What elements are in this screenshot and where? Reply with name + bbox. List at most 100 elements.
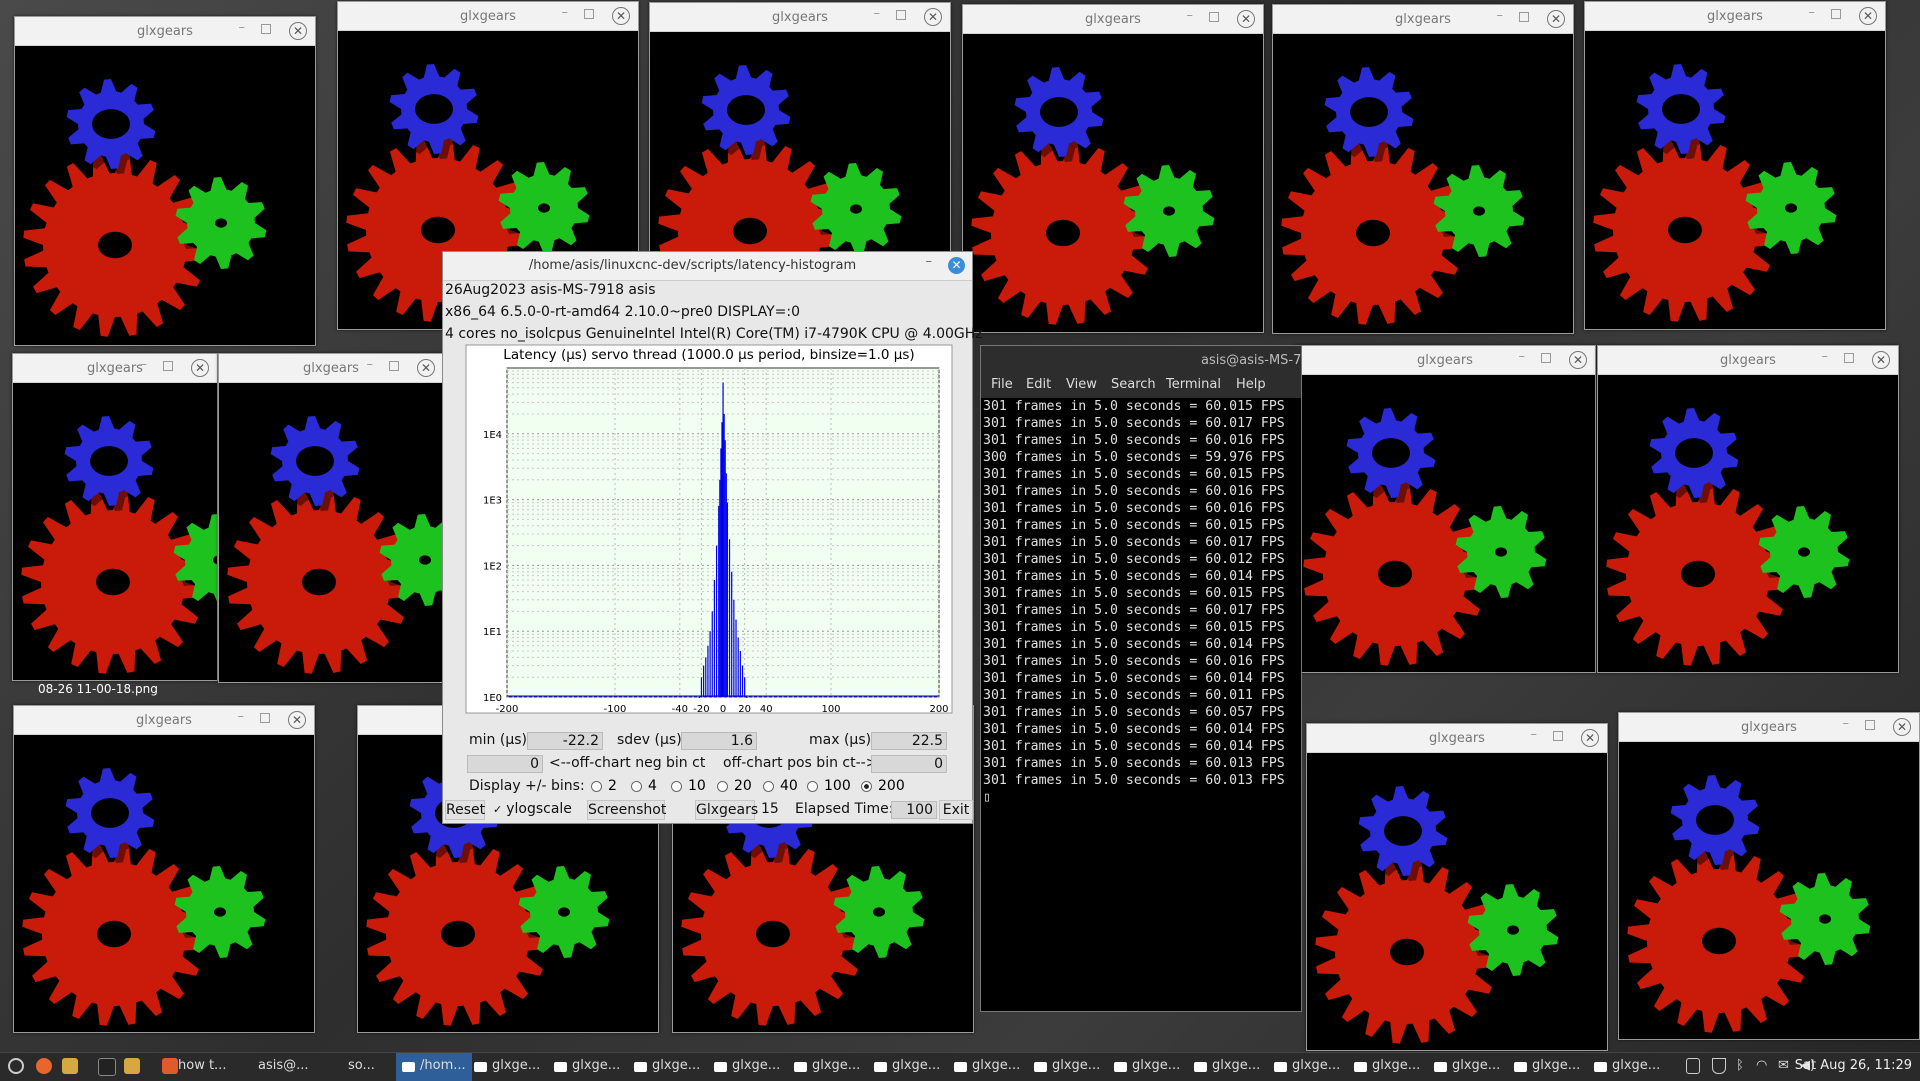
taskbar-item[interactable]: glxge... xyxy=(972,1058,1020,1073)
maximize-button[interactable] xyxy=(1209,12,1219,22)
maximize-button[interactable] xyxy=(1831,9,1841,19)
clock[interactable]: Sat Aug 26, 11:29 xyxy=(1795,1058,1912,1073)
screenshot-button[interactable]: Screenshot xyxy=(587,800,666,820)
taskbar-item[interactable]: how t... xyxy=(178,1058,226,1073)
glxgears-titlebar[interactable]: glxgears–✕ xyxy=(219,354,443,383)
maximize-button[interactable] xyxy=(163,361,173,371)
glxgears-window[interactable]: glxgears–✕ xyxy=(12,353,218,681)
taskbar-item[interactable]: glxge... xyxy=(1132,1058,1180,1073)
glxgears-window[interactable]: glxgears–✕ xyxy=(1294,345,1596,673)
glxgears-titlebar[interactable]: glxgears–✕ xyxy=(963,5,1263,34)
close-icon[interactable]: ✕ xyxy=(191,359,209,377)
menu-terminal[interactable]: Terminal xyxy=(1166,377,1221,392)
files-icon[interactable] xyxy=(62,1058,78,1074)
bins-radio-40[interactable]: 40 xyxy=(763,778,798,794)
taskbar-item[interactable]: glxge... xyxy=(1212,1058,1260,1073)
close-icon[interactable]: ✕ xyxy=(289,22,307,40)
taskbar-item[interactable]: glxge... xyxy=(1452,1058,1500,1073)
minimize-button[interactable]: – xyxy=(1531,727,1538,742)
exit-button[interactable]: Exit xyxy=(939,800,973,820)
maximize-button[interactable] xyxy=(584,9,594,19)
glxgears-window[interactable]: glxgears–✕ xyxy=(1272,4,1574,334)
terminal-titlebar[interactable]: asis@asis-MS-7 xyxy=(981,346,1301,374)
close-icon[interactable]: ✕ xyxy=(1893,718,1911,736)
minimize-button[interactable]: – xyxy=(562,5,569,20)
taskbar-item[interactable]: glxge... xyxy=(1612,1058,1660,1073)
glxgears-titlebar[interactable]: glxgears–✕ xyxy=(1598,346,1898,375)
bins-radio-2[interactable]: 2 xyxy=(591,778,617,794)
bins-radio-10[interactable]: 10 xyxy=(671,778,706,794)
close-icon[interactable]: ✕ xyxy=(1581,729,1599,747)
close-icon[interactable]: ✕ xyxy=(1872,351,1890,369)
minimize-button[interactable]: – xyxy=(926,254,933,269)
taskbar-item[interactable]: /hom... xyxy=(420,1058,466,1073)
close-icon[interactable]: ✕ xyxy=(1859,7,1877,25)
taskbar-item[interactable]: glxge... xyxy=(892,1058,940,1073)
bluetooth-icon[interactable]: ᛒ xyxy=(1736,1058,1744,1073)
bins-radio-20[interactable]: 20 xyxy=(717,778,752,794)
latency-titlebar[interactable]: /home/asis/linuxcnc-dev/scripts/latency-… xyxy=(443,252,972,281)
glxgears-titlebar[interactable]: glxgears–✕ xyxy=(15,17,315,46)
glxgears-titlebar[interactable]: glxgears–✕ xyxy=(1585,2,1885,31)
taskbar-item[interactable]: glxge... xyxy=(1532,1058,1580,1073)
maximize-button[interactable] xyxy=(896,10,906,20)
minimize-button[interactable]: – xyxy=(874,6,881,21)
glxgears-button[interactable]: Glxgears xyxy=(695,800,758,820)
terminal-output[interactable]: 301 frames in 5.0 seconds = 60.015 FPS 30… xyxy=(981,398,1301,1011)
maximize-button[interactable] xyxy=(1541,353,1551,363)
maximize-button[interactable] xyxy=(1519,12,1529,22)
glxgears-titlebar[interactable]: glxgears–✕ xyxy=(650,3,950,32)
glxgears-titlebar[interactable]: glxgears–✕ xyxy=(13,354,217,383)
close-icon[interactable]: ✕ xyxy=(1547,10,1565,28)
glxgears-window[interactable]: glxgears–✕ xyxy=(1306,723,1608,1051)
bins-radio-100[interactable]: 100 xyxy=(807,778,851,794)
taskbar-item[interactable]: glxge... xyxy=(812,1058,860,1073)
minimize-button[interactable]: – xyxy=(1822,349,1829,364)
terminal-window[interactable]: asis@asis-MS-7 File Edit View Search Ter… xyxy=(980,345,1302,1012)
minimize-button[interactable]: – xyxy=(141,357,148,372)
menu-help[interactable]: Help xyxy=(1236,377,1266,392)
taskbar-item[interactable]: so... xyxy=(348,1058,375,1073)
taskbar-item[interactable]: glxge... xyxy=(1292,1058,1340,1073)
maximize-button[interactable] xyxy=(389,361,399,371)
clipboard-icon[interactable] xyxy=(1686,1058,1700,1074)
shield-icon[interactable] xyxy=(1712,1058,1726,1074)
folder-icon[interactable] xyxy=(124,1058,140,1074)
menu-edit[interactable]: Edit xyxy=(1026,377,1051,392)
desktop-file-label[interactable]: 08-26 11-00-18.png xyxy=(38,682,158,696)
app-icon[interactable] xyxy=(162,1058,178,1074)
apps-menu-icon[interactable] xyxy=(8,1058,24,1074)
taskbar-item[interactable]: glxge... xyxy=(652,1058,700,1073)
glxgears-titlebar[interactable]: glxgears–✕ xyxy=(1273,5,1573,34)
bins-radio-4[interactable]: 4 xyxy=(631,778,657,794)
glxgears-titlebar[interactable]: glxgears–✕ xyxy=(1307,724,1607,753)
maximize-button[interactable] xyxy=(260,713,270,723)
taskbar-item[interactable]: glxge... xyxy=(1052,1058,1100,1073)
mail-icon[interactable]: ✉ xyxy=(1778,1058,1789,1073)
glxgears-window[interactable]: glxgears–✕ xyxy=(1597,345,1899,673)
minimize-button[interactable]: – xyxy=(1843,716,1850,731)
glxgears-titlebar[interactable]: glxgears–✕ xyxy=(338,2,638,31)
reset-button[interactable]: Reset xyxy=(445,800,485,820)
taskbar-item[interactable]: asis@... xyxy=(258,1058,309,1073)
minimize-button[interactable]: – xyxy=(1519,349,1526,364)
bins-radio-200[interactable]: 200 xyxy=(861,778,905,794)
minimize-button[interactable]: – xyxy=(1497,8,1504,23)
minimize-button[interactable]: – xyxy=(239,20,246,35)
glxgears-window[interactable]: glxgears–✕ xyxy=(962,4,1264,333)
minimize-button[interactable]: – xyxy=(238,709,245,724)
glxgears-titlebar[interactable]: glxgears–✕ xyxy=(1619,713,1919,742)
minimize-button[interactable]: – xyxy=(367,357,374,372)
firefox-icon[interactable] xyxy=(36,1058,52,1074)
close-icon[interactable]: ✕ xyxy=(612,7,630,25)
menu-search[interactable]: Search xyxy=(1111,377,1156,392)
close-icon[interactable]: ✕ xyxy=(924,8,942,26)
glxgears-window[interactable]: glxgears–✕ xyxy=(14,16,316,346)
close-icon[interactable]: ✕ xyxy=(288,711,306,729)
glxgears-titlebar[interactable]: glxgears–✕ xyxy=(1295,346,1595,375)
glxgears-window[interactable]: glxgears–✕ xyxy=(218,353,444,683)
maximize-button[interactable] xyxy=(1553,731,1563,741)
close-icon[interactable]: ✕ xyxy=(417,359,435,377)
glxgears-window[interactable]: glxgears–✕ xyxy=(1618,712,1920,1040)
maximize-button[interactable] xyxy=(1844,353,1854,363)
